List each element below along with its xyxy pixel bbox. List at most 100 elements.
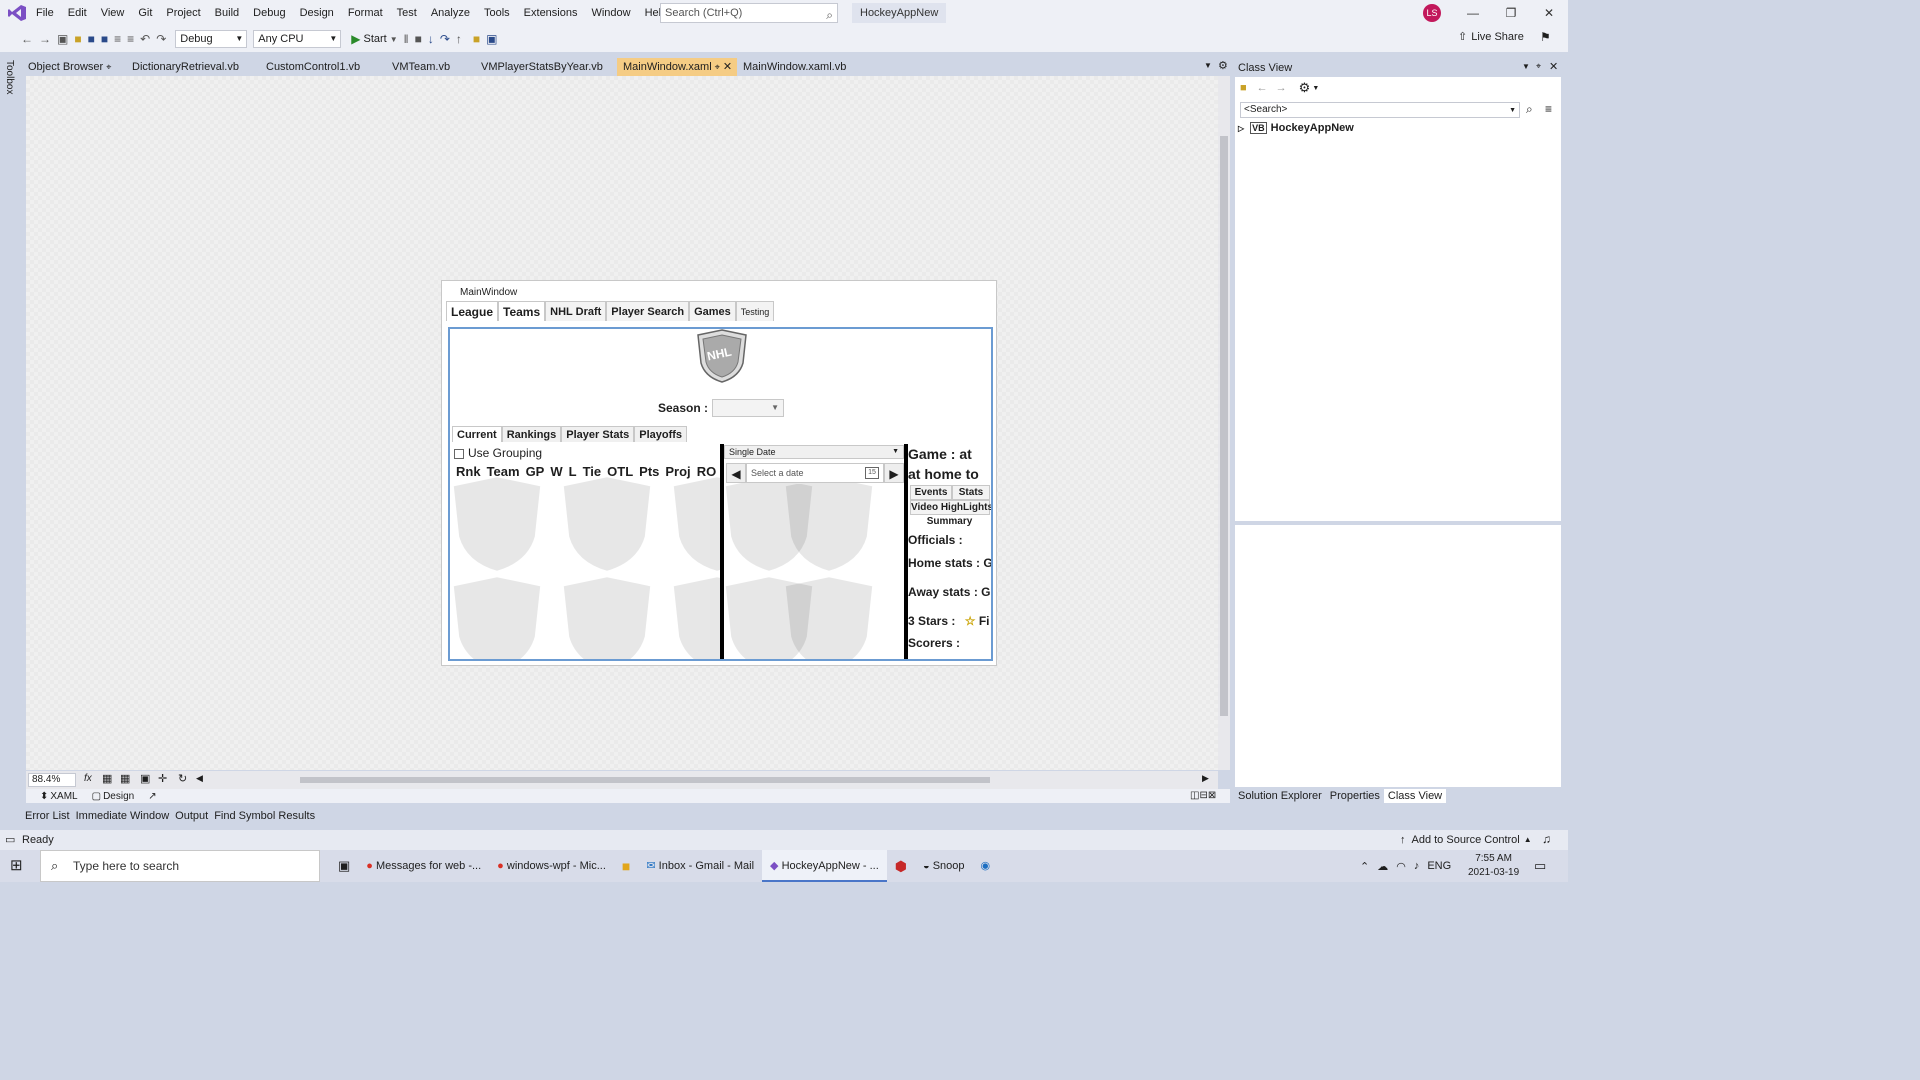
step-out-icon[interactable]: ↑	[456, 32, 462, 46]
zoom-select[interactable]: 88.4%	[28, 773, 76, 787]
undo-icon[interactable]: ↶	[140, 32, 150, 46]
minimize-button[interactable]: —	[1454, 0, 1492, 26]
step-over-icon[interactable]: ↷	[440, 32, 450, 46]
swap-icon[interactable]: ⬍	[40, 791, 48, 802]
video-highlights-button[interactable]: Video HighLights	[910, 500, 991, 515]
doc-tab-vmteam[interactable]: VMTeam.vb	[386, 58, 475, 76]
menu-analyze[interactable]: Analyze	[424, 0, 477, 26]
start-button[interactable]: Start	[363, 33, 386, 45]
menu-project[interactable]: Project	[159, 0, 207, 26]
snap-grid-icon[interactable]: ▦	[120, 772, 130, 785]
tab-properties[interactable]: Properties	[1326, 789, 1384, 803]
close-tab-icon[interactable]: ✕	[723, 61, 732, 73]
navigate-forward-icon[interactable]: →	[39, 32, 51, 46]
col-pts[interactable]: Pts	[639, 464, 659, 479]
tab-player-search[interactable]: Player Search	[606, 301, 690, 321]
close-button[interactable]: ✕	[1530, 0, 1568, 26]
user-avatar[interactable]: LS	[1423, 4, 1441, 22]
refresh-icon[interactable]: ↻	[178, 772, 187, 785]
subtab-playoffs[interactable]: Playoffs	[634, 426, 688, 442]
col-tie[interactable]: Tie	[583, 464, 602, 479]
tab-error-list[interactable]: Error List	[25, 808, 70, 824]
taskbar-app-messages[interactable]: ● Messages for web -...	[358, 850, 489, 882]
tab-teams[interactable]: Teams	[498, 301, 546, 321]
taskbar-clock[interactable]: 7:55 AM 2021-03-19	[1468, 852, 1519, 880]
col-proj[interactable]: Proj	[665, 464, 690, 479]
tab-find-symbol-results[interactable]: Find Symbol Results	[214, 808, 315, 824]
live-share-button[interactable]: ⇧ Live Share	[1458, 30, 1524, 44]
screenshot-icon[interactable]: ▣	[486, 32, 497, 46]
onedrive-cloud-icon[interactable]: ☁	[1377, 860, 1388, 873]
windows-start-icon[interactable]: ⊞	[10, 856, 23, 874]
show-hidden-icons-chevron-icon[interactable]: ⌃	[1360, 860, 1369, 873]
chevron-down-icon[interactable]: ▼	[1509, 104, 1516, 118]
start-icon[interactable]: ▶	[351, 32, 360, 46]
col-otl[interactable]: OTL	[607, 464, 633, 479]
formula-fx-icon[interactable]: fx	[84, 773, 92, 784]
menu-build[interactable]: Build	[208, 0, 246, 26]
open-folder-icon[interactable]: ■	[74, 32, 81, 46]
pin-icon[interactable]: ⌖	[1536, 61, 1541, 72]
uncomment-icon[interactable]: ≡	[127, 32, 134, 46]
menu-extensions[interactable]: Extensions	[517, 0, 585, 26]
tab-list-chevron-icon[interactable]: ▼	[1204, 61, 1212, 70]
tab-output[interactable]: Output	[175, 808, 208, 824]
previous-date-button[interactable]: ◀	[726, 463, 746, 483]
task-view-icon[interactable]: ▣	[330, 850, 358, 882]
next-date-button[interactable]: ▶	[884, 463, 904, 483]
col-team[interactable]: Team	[487, 464, 520, 479]
col-gp[interactable]: GP	[526, 464, 545, 479]
language-indicator[interactable]: ENG	[1427, 860, 1451, 872]
menu-format[interactable]: Format	[341, 0, 390, 26]
navigate-back-icon[interactable]: ←	[21, 32, 33, 46]
checkbox-box[interactable]	[454, 448, 464, 459]
stats-button[interactable]: Stats	[952, 485, 990, 500]
taskbar-app-chrome-windows-wpf[interactable]: ● windows-wpf - Mic...	[489, 850, 614, 882]
tab-testing[interactable]: Testing	[735, 301, 775, 321]
pause-icon[interactable]: ‖	[404, 32, 409, 46]
restore-button[interactable]: ❐	[1492, 0, 1530, 26]
back-icon[interactable]: ←	[1257, 82, 1268, 94]
date-picker-input[interactable]: Select a date 15	[746, 463, 884, 483]
pin-icon[interactable]: ⌖	[106, 62, 111, 72]
subtab-current[interactable]: Current	[452, 426, 502, 442]
class-view-root-node[interactable]: ▷ VB HockeyAppNew	[1238, 122, 1354, 134]
redo-icon[interactable]: ↷	[156, 32, 166, 46]
window-options-chevron-icon[interactable]: ▼	[1522, 62, 1530, 71]
chevron-down-icon[interactable]: ▼	[390, 35, 398, 44]
doc-tab-vmplayerstats[interactable]: VMPlayerStatsByYear.vb	[475, 58, 617, 76]
menu-test[interactable]: Test	[390, 0, 424, 26]
menu-edit[interactable]: Edit	[61, 0, 94, 26]
folder-icon[interactable]: ■	[473, 32, 480, 46]
col-l[interactable]: L	[569, 464, 577, 479]
doc-tab-mainwindow-xaml[interactable]: MainWindow.xaml ⌖ ✕	[617, 58, 737, 76]
taskbar-app-mail[interactable]: ✉ Inbox - Gmail - Mail	[638, 850, 762, 882]
doc-tab-mainwindow-xaml-vb[interactable]: MainWindow.xaml.vb	[737, 58, 867, 76]
add-to-source-control-button[interactable]: ↑ Add to Source Control ▲	[1400, 830, 1532, 850]
tab-solution-explorer[interactable]: Solution Explorer	[1234, 789, 1326, 803]
step-into-icon[interactable]: ↓	[428, 32, 434, 46]
tab-immediate-window[interactable]: Immediate Window	[76, 808, 170, 824]
taskbar-search-input[interactable]: ⌕ Type here to search	[40, 850, 320, 882]
global-search-input[interactable]: Search (Ctrl+Q) ⌕	[660, 3, 838, 23]
doc-tab-object-browser[interactable]: Object Browser ⌖	[22, 58, 126, 76]
new-project-icon[interactable]: ▣	[57, 32, 68, 46]
popout-icon[interactable]: ↗	[148, 791, 156, 802]
scroll-right-icon[interactable]: ▶	[1202, 773, 1209, 784]
stop-icon[interactable]: ■	[415, 32, 422, 46]
col-rnk[interactable]: Rnk	[456, 464, 481, 479]
artboard-icon[interactable]: ▣	[140, 772, 150, 785]
xaml-view-tab[interactable]: XAML	[50, 791, 77, 802]
settings-gear-icon[interactable]: ⚙	[1218, 59, 1228, 72]
notifications-bell-icon[interactable]: ♫	[1542, 832, 1551, 846]
season-select[interactable]: ▼	[712, 399, 784, 417]
settings-gear-icon[interactable]: ⚙	[1299, 80, 1311, 96]
save-all-icon[interactable]: ■	[101, 32, 108, 46]
use-grouping-checkbox[interactable]: Use Grouping	[454, 446, 542, 460]
doc-tab-dictionary-retrieval[interactable]: DictionaryRetrieval.vb	[126, 58, 260, 76]
events-button[interactable]: Events	[910, 485, 952, 500]
tab-class-view[interactable]: Class View	[1383, 789, 1447, 803]
action-center-icon[interactable]: ▭	[1534, 858, 1546, 874]
doc-tab-custom-control[interactable]: CustomControl1.vb	[260, 58, 386, 76]
class-view-search-input[interactable]: <Search> ▼	[1240, 102, 1520, 118]
